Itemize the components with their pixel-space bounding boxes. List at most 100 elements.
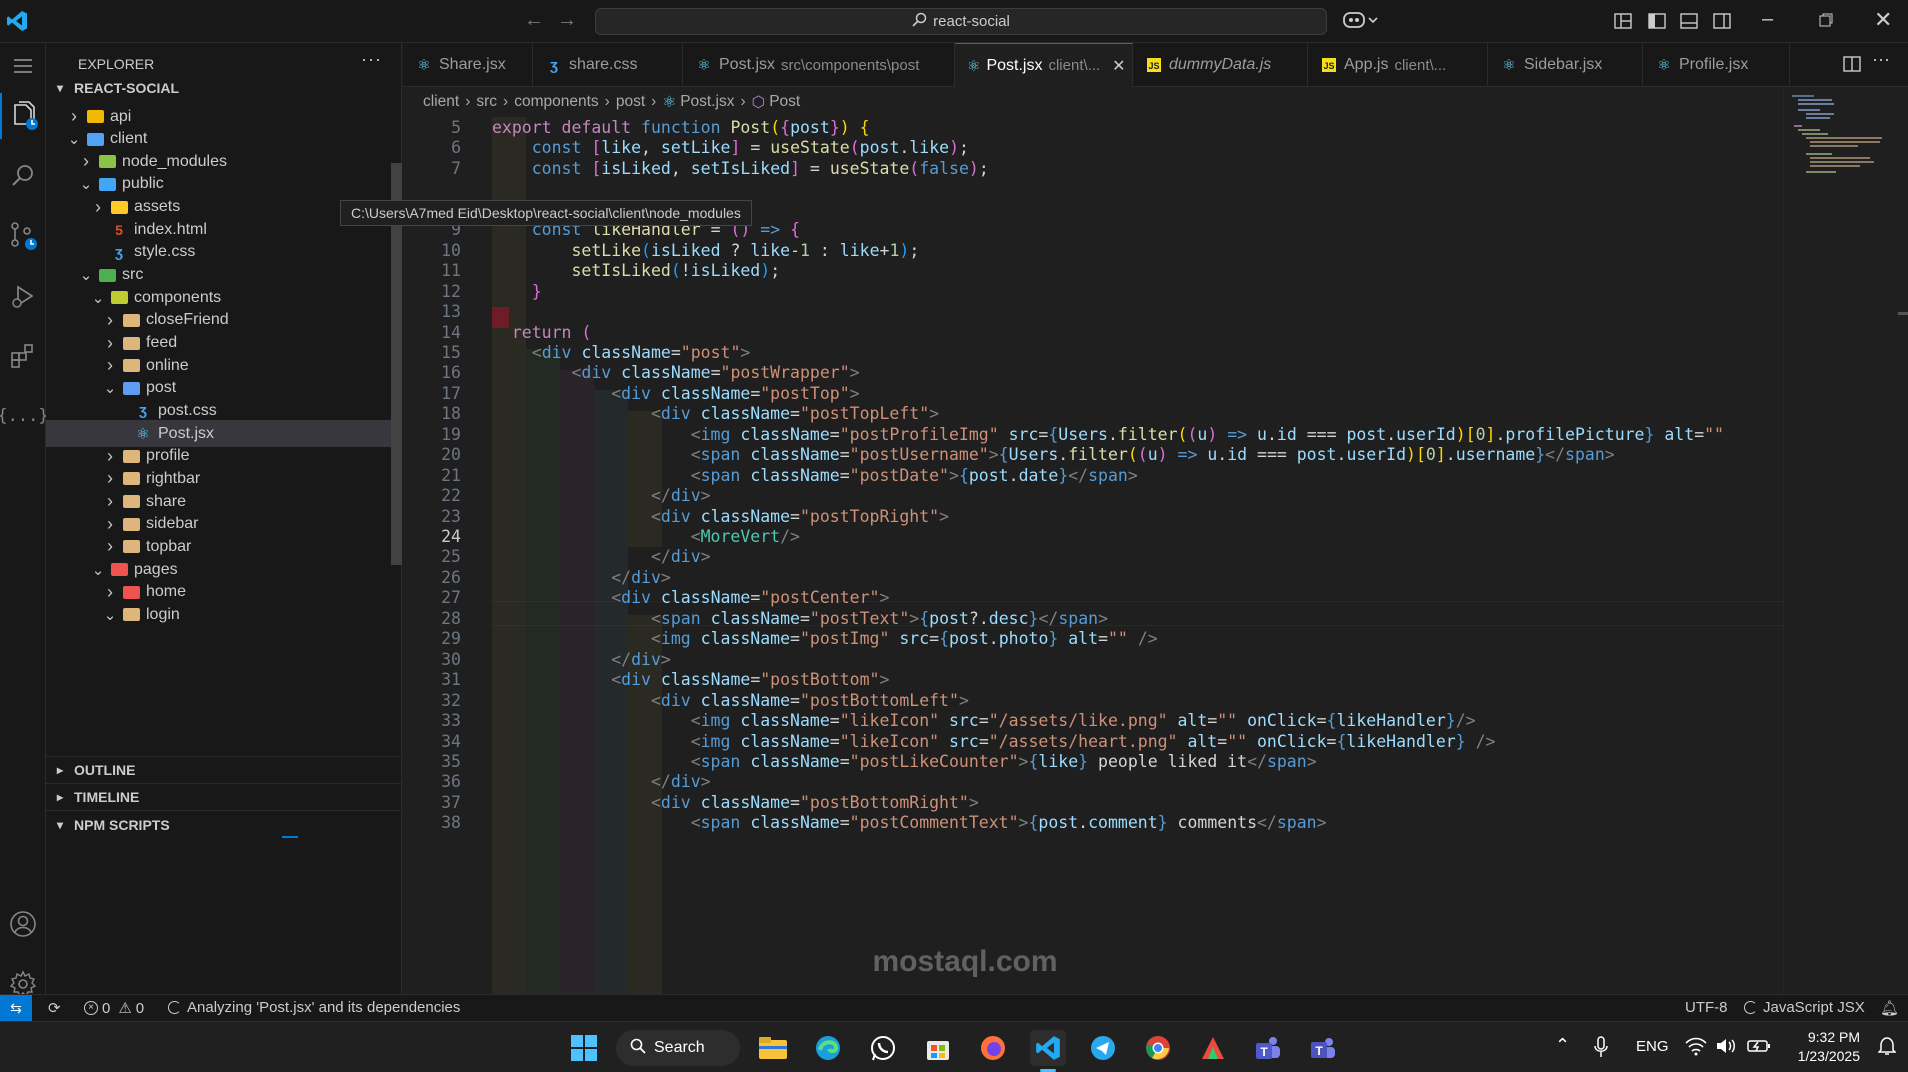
whatsapp-icon[interactable] (865, 1030, 901, 1066)
back-arrow-icon[interactable]: ← (524, 9, 544, 32)
breadcrumb-item[interactable]: post (616, 93, 645, 111)
teams-work-icon[interactable]: T (1305, 1030, 1341, 1066)
code-line: 7 const [isLiked, setIsLiked] = useState… (403, 156, 1783, 181)
editor-more-actions-icon[interactable]: ··· (1872, 49, 1890, 70)
telegram-icon[interactable] (1085, 1030, 1121, 1066)
tree-item-label: online (146, 356, 189, 374)
microsoft-store-icon[interactable] (920, 1030, 956, 1066)
breadcrumb-item[interactable]: components (514, 93, 598, 111)
microphone-icon[interactable] (1594, 1036, 1608, 1063)
copilot-icon[interactable] (1343, 10, 1379, 35)
chevron-down-icon: ⌄ (79, 267, 93, 285)
tab-label: App.js (1344, 56, 1389, 73)
maximize-icon[interactable] (1819, 13, 1833, 32)
remote-indicator[interactable]: ⇆ (0, 995, 32, 1021)
tab-post-jsx[interactable]: ⚛ Post.jsx client\... ✕ (955, 43, 1133, 87)
chevron-right-icon: › (107, 445, 113, 466)
chevron-right-icon: › (95, 196, 101, 217)
tab-dummydata-js[interactable]: JS dummyData.js (1133, 43, 1308, 87)
notification-center-icon[interactable] (1877, 1036, 1897, 1061)
chevron-right-icon: › (71, 106, 77, 126)
remote-icon: ⇆ (10, 999, 22, 1016)
json-braces-icon[interactable]: {...} (0, 393, 49, 439)
explorer-icon[interactable] (0, 93, 46, 139)
css-file-icon: ʒ (115, 243, 123, 261)
vertical-scrollbar[interactable] (1898, 312, 1908, 315)
breadcrumb-item[interactable]: src (476, 93, 497, 111)
breadcrumb-separator-icon: › (503, 93, 509, 110)
battery-icon[interactable] (1747, 1038, 1771, 1059)
section-outline[interactable]: ▸ OUTLINE (46, 756, 402, 783)
encoding-indicator[interactable]: UTF-8 (1685, 999, 1728, 1016)
chevron-down-icon: ▾ (56, 818, 64, 832)
vscode-taskbar-icon[interactable] (1030, 1030, 1066, 1066)
react-icon: ⚛ (662, 93, 677, 111)
react-icon: ⚛ (1657, 57, 1671, 74)
minimap[interactable] (1783, 87, 1908, 994)
pdf-reader-icon[interactable] (1195, 1030, 1231, 1066)
tab-app-js[interactable]: JS App.js client\... (1308, 43, 1488, 87)
section-timeline[interactable]: ▸ TIMELINE (46, 783, 402, 810)
root-folder-header[interactable]: ▾ REACT-SOCIAL (46, 75, 402, 101)
taskbar-search-label: Search (654, 1039, 705, 1056)
problems-indicator[interactable]: × 0 ⚠ 0 (84, 999, 144, 1017)
section-npm-scripts[interactable]: ▾ NPM SCRIPTS (46, 810, 402, 839)
volume-icon[interactable] (1716, 1037, 1738, 1060)
tree-item-login[interactable]: ⌄ login (46, 601, 402, 628)
breadcrumb-item[interactable]: Post.jsx (680, 93, 734, 111)
accounts-icon[interactable] (0, 901, 46, 947)
tree-item-label: home (146, 583, 187, 601)
split-editor-icon[interactable] (1843, 55, 1861, 78)
sync-icon[interactable]: ⟳ (48, 999, 61, 1017)
more-actions-icon[interactable]: ··· (361, 49, 382, 70)
breadcrumb-item[interactable]: client (423, 93, 459, 111)
menu-icon[interactable] (0, 43, 46, 89)
file-explorer-icon[interactable] (755, 1030, 791, 1066)
source-control-icon[interactable] (0, 213, 46, 259)
error-count: 0 (102, 999, 111, 1017)
clock[interactable]: 9:32 PM 1/23/2025 (1785, 1028, 1860, 1066)
teams-icon[interactable]: T (1250, 1030, 1286, 1066)
chevron-down-icon: ⌄ (67, 131, 81, 149)
tree-item-label: post (146, 379, 177, 397)
folder-icon (122, 358, 140, 374)
folder-icon (122, 494, 140, 510)
forward-arrow-icon[interactable]: → (557, 9, 577, 32)
section-timeline-label: TIMELINE (74, 789, 140, 805)
chevron-right-icon: › (107, 491, 113, 512)
show-hidden-icons-chevron-icon[interactable]: ⌃ (1555, 1035, 1570, 1056)
customize-layout-icon[interactable] (1614, 12, 1632, 35)
close-window-icon[interactable]: ✕ (1874, 7, 1892, 33)
code-area[interactable]: 5 export default function Post({post}) {6… (403, 117, 1783, 994)
firefox-icon[interactable] (975, 1030, 1011, 1066)
edge-browser-icon[interactable] (810, 1030, 846, 1066)
tab-share-jsx[interactable]: ⚛ Share.jsx (403, 43, 533, 87)
minimize-icon[interactable]: – (1762, 8, 1773, 31)
toggle-panel-icon[interactable] (1680, 12, 1698, 35)
close-tab-icon[interactable]: ✕ (1112, 56, 1125, 76)
tree-item-label: assets (134, 198, 181, 216)
react-file-icon: ⚛ (136, 425, 150, 443)
chrome-icon[interactable] (1140, 1030, 1176, 1066)
tab-sidebar-jsx[interactable]: ⚛ Sidebar.jsx (1488, 43, 1643, 87)
windows-taskbar: Search T T ⌃ ENG 9:32 PM 1/23/2025 (0, 1021, 1908, 1072)
language-mode[interactable]: JavaScript JSX (1744, 999, 1865, 1016)
wifi-icon[interactable] (1685, 1036, 1707, 1061)
command-center-search[interactable]: react-social (595, 8, 1327, 35)
search-view-icon[interactable] (0, 153, 46, 199)
tab-share-css[interactable]: ʒ share.css (533, 43, 683, 87)
tab-post-jsx[interactable]: ⚛ Post.jsx src\components\post (683, 43, 955, 87)
line-number: 38 (441, 813, 461, 833)
toggle-primary-sidebar-icon[interactable] (1648, 12, 1666, 35)
notifications-bell-icon[interactable]: 🔔︎ (1880, 999, 1899, 1017)
taskbar-search[interactable]: Search (616, 1030, 740, 1066)
toggle-secondary-sidebar-icon[interactable] (1713, 12, 1731, 35)
chevron-right-icon: › (107, 309, 113, 330)
extensions-icon[interactable] (0, 333, 46, 379)
tab-profile-jsx[interactable]: ⚛ Profile.jsx (1643, 43, 1790, 87)
language-indicator[interactable]: ENG (1636, 1038, 1669, 1055)
status-message: Analyzing 'Post.jsx' and its dependencie… (187, 999, 461, 1016)
breadcrumb-item[interactable]: Post (769, 93, 800, 111)
run-debug-icon[interactable] (0, 273, 46, 319)
windows-start-icon[interactable] (566, 1030, 602, 1066)
